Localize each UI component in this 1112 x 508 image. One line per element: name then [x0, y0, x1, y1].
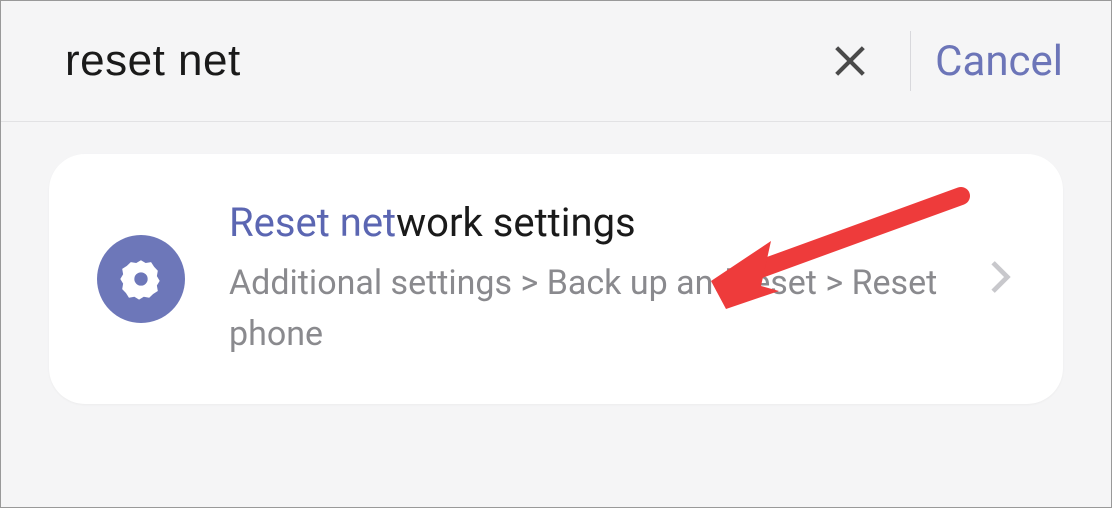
search-input[interactable] [65, 36, 810, 86]
result-title: Reset network settings [229, 198, 967, 248]
search-result-item[interactable]: Reset network settings Additional settin… [49, 154, 1063, 404]
result-path: Additional settings > Back up and reset … [229, 258, 967, 360]
settings-gear-icon [97, 235, 185, 323]
result-text: Reset network settings Additional settin… [229, 198, 967, 360]
results-container: Reset network settings Additional settin… [1, 122, 1111, 436]
clear-search-button[interactable] [810, 31, 890, 91]
search-header: Cancel [1, 1, 1111, 122]
close-icon [830, 41, 870, 81]
cancel-button[interactable]: Cancel [935, 37, 1071, 86]
result-title-highlight: Reset net [229, 199, 396, 246]
chevron-right-icon [987, 258, 1015, 300]
result-title-rest: work settings [396, 199, 636, 246]
divider [910, 31, 911, 91]
